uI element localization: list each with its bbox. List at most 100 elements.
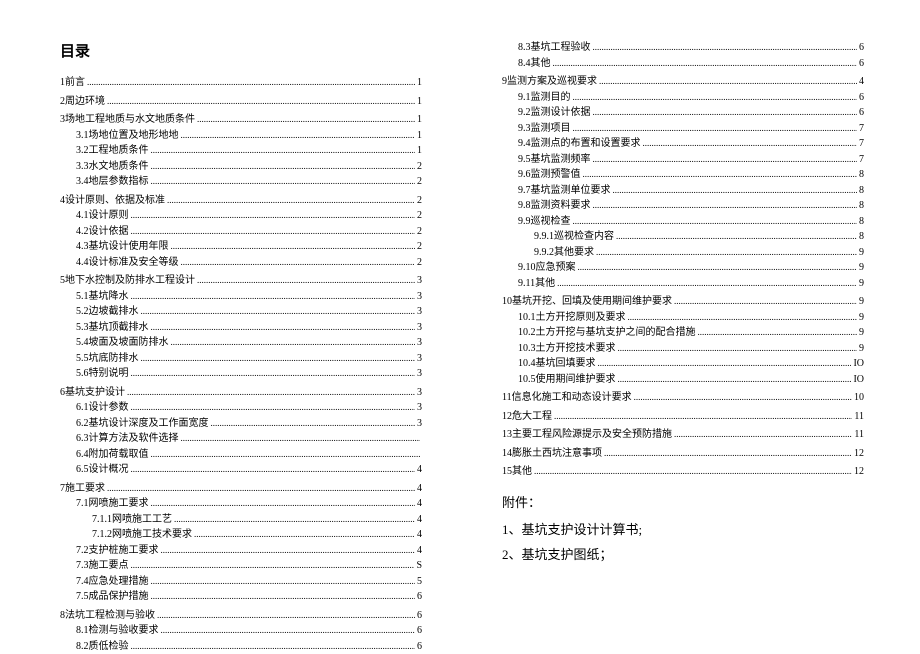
toc-label: 支护桩施工要求 — [89, 543, 159, 559]
toc-number: 5.1 — [76, 289, 89, 305]
toc-page: 10 — [852, 390, 864, 406]
toc-leader-dots — [197, 274, 415, 288]
toc-leader-dots — [151, 448, 421, 462]
toc-label: 信息化施工和动态设计要求 — [512, 390, 632, 406]
toc-label: 特别说明 — [89, 366, 129, 382]
toc-entry: 9 监测方案及巡视要求4 — [502, 74, 864, 90]
toc-label: 主要工程风险源提示及安全预防措施 — [512, 427, 672, 443]
toc-number: 9.4 — [518, 136, 531, 152]
toc-page: 6 — [415, 589, 422, 605]
toc-leader-dots — [583, 168, 858, 182]
toc-page: 4 — [415, 481, 422, 497]
toc-page: 2 — [415, 239, 422, 255]
toc-number: 7.4 — [76, 574, 89, 590]
toc-label: 基坑设计深度及工作面宽度 — [89, 416, 209, 432]
toc-page: 12 — [852, 446, 864, 462]
toc-leader-dots — [181, 256, 416, 270]
toc-label: 施工要点 — [89, 558, 129, 574]
toc-page: 7 — [857, 152, 864, 168]
toc-leader-dots — [613, 184, 858, 198]
toc-entry: 7.5 成品保护措施6 — [60, 589, 422, 605]
toc-entry: 4.2 设计依据2 — [60, 224, 422, 240]
toc-number: 10 — [502, 294, 512, 310]
toc-entry: 10 基坑开挖、回填及使用期间维护要求9 — [502, 294, 864, 310]
toc-number: 6.1 — [76, 400, 89, 416]
toc-number: 7.3 — [76, 558, 89, 574]
toc-label: 附加荷载取值 — [89, 447, 149, 463]
toc-page: 2 — [415, 193, 422, 209]
toc-leader-dots — [593, 153, 858, 167]
toc-page: 9 — [857, 310, 864, 326]
toc-leader-dots — [174, 513, 415, 527]
appendix-item: 2、基坑支护图纸； — [502, 544, 864, 563]
toc-label: 土方开挖与基坑支护之间的配合措施 — [536, 325, 696, 341]
toc-page: 9 — [857, 294, 864, 310]
toc-number: 9.9 — [518, 214, 531, 230]
toc-label: 巡视检查 — [531, 214, 571, 230]
toc-number: 7.5 — [76, 589, 89, 605]
toc-label: 周边环境 — [65, 94, 105, 110]
toc-entry: 5 地下水控制及防排水工程设计3 — [60, 273, 422, 289]
toc-entry: 5.1 基坑降水3 — [60, 289, 422, 305]
toc-number: 3.2 — [76, 143, 89, 159]
toc-entry: 8.3 基坑工程验收6 — [502, 40, 864, 56]
toc-leader-dots — [616, 230, 857, 244]
toc-leader-dots — [634, 391, 852, 405]
toc-entry: 8 法坑工程检测与验收6 — [60, 608, 422, 624]
toc-leader-dots — [573, 122, 858, 136]
toc-label: 设计原则、依据及标准 — [65, 193, 165, 209]
toc-label: 膨胀土西坑注意事项 — [512, 446, 602, 462]
toc-page: 3 — [415, 416, 422, 432]
toc-leader-dots — [674, 428, 852, 442]
toc-leader-dots — [161, 624, 416, 638]
toc-label: 监测设计依据 — [531, 105, 591, 121]
toc-number: 8.4 — [518, 56, 531, 72]
toc-leader-dots — [131, 290, 416, 304]
toc-entry: 10.4 基坑回填要求IO — [502, 356, 864, 372]
toc-label: 设计参数 — [89, 400, 129, 416]
toc-page: 1 — [415, 75, 422, 91]
toc-entry: 5.6 特别说明3 — [60, 366, 422, 382]
toc-entry: 11 信息化施工和动态设计要求10 — [502, 390, 864, 406]
toc-entry: 7.1 网喷施工要求4 — [60, 496, 422, 512]
toc-label: 网喷施工工艺 — [112, 512, 172, 528]
toc-entry: 5.3 基坑顶截排水3 — [60, 320, 422, 336]
toc-label: 其他 — [535, 276, 555, 292]
toc-entry: 2 周边环境1 — [60, 94, 422, 110]
toc-leader-dots — [573, 215, 858, 229]
toc-entry: 7.1.1 网喷施工工艺4 — [60, 512, 422, 528]
toc-page: 1 — [415, 112, 422, 128]
toc-label: 监测点的布置和设置要求 — [531, 136, 641, 152]
toc-entry: 4 设计原则、依据及标准2 — [60, 193, 422, 209]
toc-entry: 13 主要工程风险源提示及安全预防措施11 — [502, 427, 864, 443]
toc-entry: 7.4 应急处理措施5 — [60, 574, 422, 590]
toc-leader-dots — [197, 113, 415, 127]
toc-entry: 5.4 坡面及坡面防排水3 — [60, 335, 422, 351]
left-page: 目录 1 前言12 周边环境13 场地工程地质与水文地质条件13.1 场地位置及… — [0, 0, 460, 651]
toc-page: 2 — [415, 159, 422, 175]
toc-leader-dots — [604, 447, 852, 461]
toc-label: 应急预案 — [536, 260, 576, 276]
toc-entry: 6 基坑支护设计3 — [60, 385, 422, 401]
toc-page: 6 — [415, 608, 422, 624]
toc-entry: 3.3 水文地质条件2 — [60, 159, 422, 175]
toc-page: S — [414, 558, 422, 574]
toc-page: 11 — [852, 409, 864, 425]
toc-label: 水文地质条件 — [89, 159, 149, 175]
toc-number: 14 — [502, 446, 512, 462]
toc-label: 边坡截排水 — [89, 304, 139, 320]
toc-label: 设计原则 — [89, 208, 129, 224]
toc-number: 9.9.2 — [534, 245, 554, 261]
toc-number: 9.9.1 — [534, 229, 554, 245]
toc-entry: 5.2 边坡截排水3 — [60, 304, 422, 320]
toc-container: 目录 1 前言12 周边环境13 场地工程地质与水文地质条件13.1 场地位置及… — [0, 0, 920, 651]
toc-number: 9.6 — [518, 167, 531, 183]
toc-number: 6.3 — [76, 431, 89, 447]
toc-leader-dots — [131, 463, 416, 477]
toc-entry: 8.2 质低检验6 — [60, 639, 422, 654]
toc-number: 7.2 — [76, 543, 89, 559]
toc-number: 6.2 — [76, 416, 89, 432]
toc-entry: 9.7 基坑监测单位要求8 — [502, 183, 864, 199]
toc-entry: 4.3 基坑设计使用年限2 — [60, 239, 422, 255]
toc-entry: 9.3 监测项目7 — [502, 121, 864, 137]
